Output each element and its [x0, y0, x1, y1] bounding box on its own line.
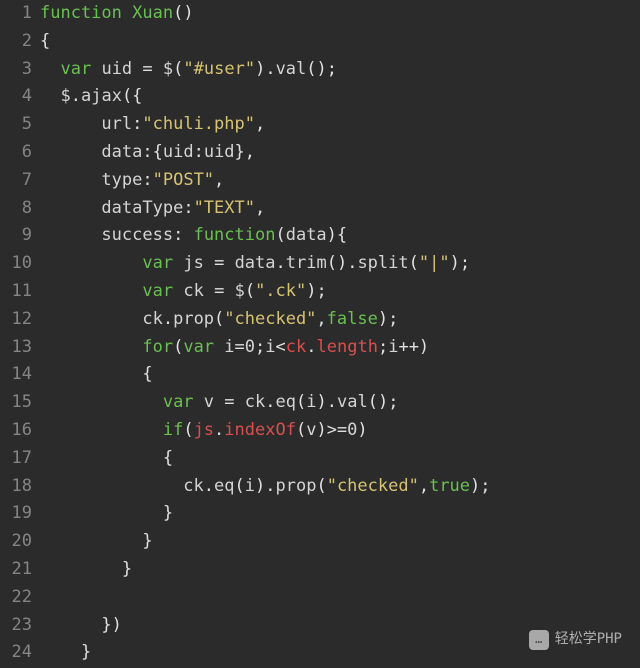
code-line[interactable]: ck.prop("checked",false); [40, 306, 640, 334]
line-number: 19 [0, 500, 32, 528]
code-line[interactable]: success: function(data){ [40, 222, 640, 250]
code-line[interactable]: $.ajax({ [40, 83, 640, 111]
code-editor: 123456789101112131415161718192021222324 … [0, 0, 640, 667]
line-number: 14 [0, 361, 32, 389]
line-number: 12 [0, 306, 32, 334]
line-number: 18 [0, 473, 32, 501]
line-number: 6 [0, 139, 32, 167]
watermark-text: 轻松学PHP [555, 626, 622, 654]
code-line[interactable]: } [40, 556, 640, 584]
chat-icon: … [529, 630, 549, 650]
line-number: 1 [0, 0, 32, 28]
code-line[interactable]: url:"chuli.php", [40, 111, 640, 139]
line-number: 2 [0, 28, 32, 56]
line-number: 22 [0, 584, 32, 612]
line-number: 4 [0, 83, 32, 111]
line-number: 5 [0, 111, 32, 139]
code-line[interactable]: var ck = $(".ck"); [40, 278, 640, 306]
code-line[interactable]: { [40, 28, 640, 56]
line-number: 23 [0, 612, 32, 640]
line-number: 7 [0, 167, 32, 195]
line-number: 15 [0, 389, 32, 417]
line-number: 13 [0, 334, 32, 362]
line-number: 21 [0, 556, 32, 584]
line-number: 8 [0, 195, 32, 223]
code-line[interactable]: { [40, 361, 640, 389]
code-line[interactable]: if(js.indexOf(v)>=0) [40, 417, 640, 445]
line-number: 16 [0, 417, 32, 445]
line-number: 10 [0, 250, 32, 278]
code-line[interactable]: } [40, 500, 640, 528]
code-area[interactable]: function Xuan(){ var uid = $("#user").va… [40, 0, 640, 667]
line-number: 3 [0, 56, 32, 84]
code-line[interactable]: } [40, 528, 640, 556]
code-line[interactable]: function Xuan() [40, 0, 640, 28]
code-line[interactable]: data:{uid:uid}, [40, 139, 640, 167]
line-number: 20 [0, 528, 32, 556]
code-line[interactable]: ck.eq(i).prop("checked",true); [40, 473, 640, 501]
line-number-gutter: 123456789101112131415161718192021222324 [0, 0, 40, 667]
code-line[interactable]: var js = data.trim().split("|"); [40, 250, 640, 278]
line-number: 17 [0, 445, 32, 473]
code-line[interactable]: var v = ck.eq(i).val(); [40, 389, 640, 417]
code-line[interactable]: { [40, 445, 640, 473]
code-line[interactable]: dataType:"TEXT", [40, 195, 640, 223]
watermark: … 轻松学PHP [529, 626, 622, 654]
code-line[interactable] [40, 584, 640, 612]
line-number: 24 [0, 639, 32, 667]
line-number: 9 [0, 222, 32, 250]
code-line[interactable]: var uid = $("#user").val(); [40, 56, 640, 84]
code-line[interactable]: type:"POST", [40, 167, 640, 195]
code-line[interactable]: for(var i=0;i<ck.length;i++) [40, 334, 640, 362]
line-number: 11 [0, 278, 32, 306]
